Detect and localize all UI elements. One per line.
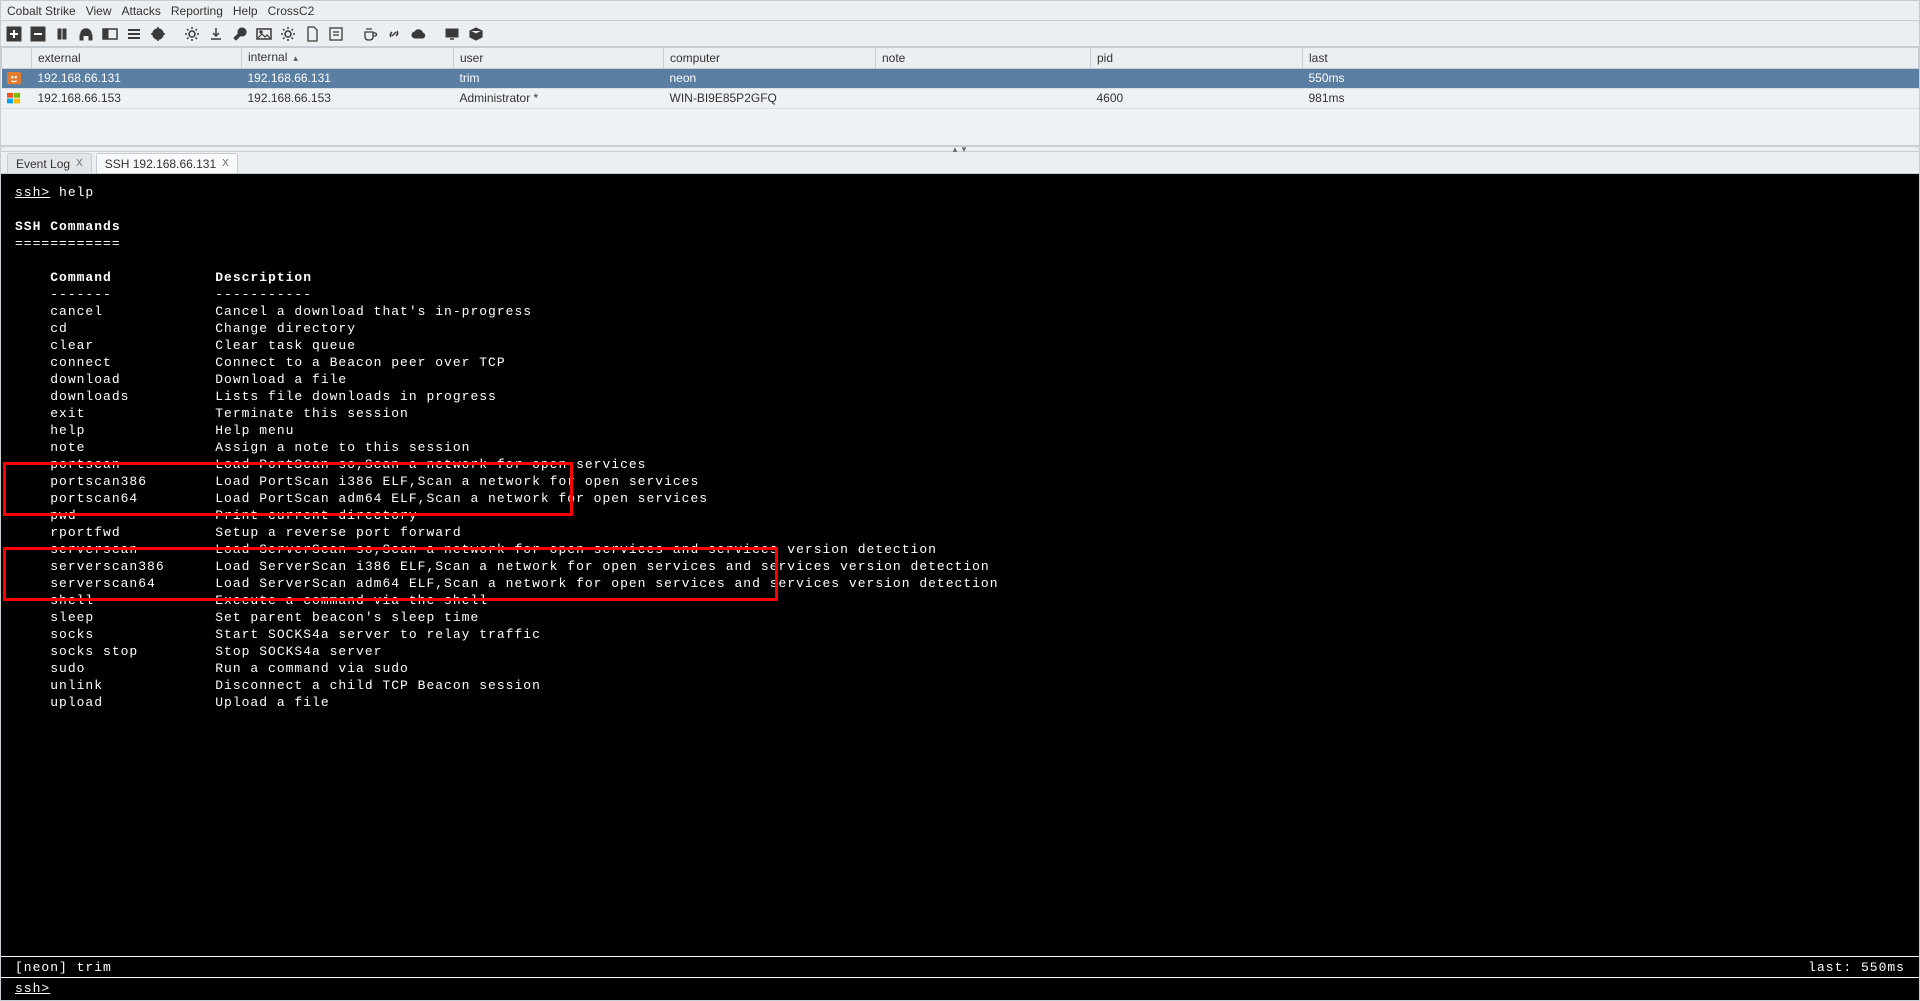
col-icon[interactable] (2, 48, 32, 69)
plus-icon[interactable] (5, 25, 23, 43)
tab-event-log[interactable]: Event Log X (7, 153, 92, 173)
os-icon (2, 89, 32, 109)
note-icon[interactable] (327, 25, 345, 43)
cell-external: 192.168.66.131 (32, 69, 242, 89)
status-bar: [neon] trim last: 550ms (1, 956, 1919, 978)
col-user[interactable]: user (454, 48, 664, 69)
col-note[interactable]: note (876, 48, 1091, 69)
cell-internal: 192.168.66.131 (242, 69, 454, 89)
col-computer[interactable]: computer (664, 48, 876, 69)
menu-item[interactable]: Attacks (122, 1, 161, 20)
cell-pid (1091, 69, 1303, 89)
console-output[interactable]: ssh> helpSSH Commands============ Comman… (1, 174, 1919, 956)
tab-ssh[interactable]: SSH 192.168.66.131 X (96, 153, 238, 173)
document-icon[interactable] (303, 25, 321, 43)
cell-pid: 4600 (1091, 89, 1303, 109)
layout-icon[interactable] (101, 25, 119, 43)
menu-item[interactable]: Reporting (171, 1, 223, 20)
col-external[interactable]: external (32, 48, 242, 69)
status-right: last: 550ms (1808, 957, 1905, 977)
cell-computer: neon (664, 69, 876, 89)
cell-user: trim (454, 69, 664, 89)
cell-last: 981ms (1303, 89, 1919, 109)
coffee-icon[interactable] (361, 25, 379, 43)
table-row[interactable]: 192.168.66.153192.168.66.153Administrato… (2, 89, 1919, 109)
close-icon[interactable]: X (222, 154, 229, 174)
col-pid[interactable]: pid (1091, 48, 1303, 69)
menu-bar: Cobalt Strike View Attacks Reporting Hel… (1, 1, 1919, 21)
col-internal[interactable]: internal (242, 48, 454, 69)
download-icon[interactable] (207, 25, 225, 43)
col-last[interactable]: last (1303, 48, 1919, 69)
menu-item[interactable]: View (86, 1, 112, 20)
menu-item[interactable]: Help (233, 1, 258, 20)
cell-note (876, 89, 1091, 109)
cell-user: Administrator * (454, 89, 664, 109)
target-icon[interactable] (149, 25, 167, 43)
table-row[interactable]: 192.168.66.131192.168.66.131trimneon550m… (2, 69, 1919, 89)
menu-item[interactable]: Cobalt Strike (7, 1, 76, 20)
link-icon[interactable] (385, 25, 403, 43)
wrench-icon[interactable] (231, 25, 249, 43)
pause-icon[interactable] (53, 25, 71, 43)
tab-bar: Event Log X SSH 192.168.66.131 X (1, 152, 1919, 174)
os-icon (2, 69, 32, 89)
tab-label: Event Log (16, 154, 70, 174)
image-icon[interactable] (255, 25, 273, 43)
minus-icon[interactable] (29, 25, 47, 43)
cube-icon[interactable] (467, 25, 485, 43)
gear2-icon[interactable] (279, 25, 297, 43)
cell-computer: WIN-BI9E85P2GFQ (664, 89, 876, 109)
gear-icon[interactable] (183, 25, 201, 43)
table-header-row: external internal user computer note pid… (2, 48, 1919, 69)
toolbar (1, 21, 1919, 47)
cloud-icon[interactable] (409, 25, 427, 43)
list-icon[interactable] (125, 25, 143, 43)
menu-item[interactable]: CrossC2 (268, 1, 315, 20)
cell-note (876, 69, 1091, 89)
tab-label: SSH 192.168.66.131 (105, 154, 216, 174)
beacon-table: external internal user computer note pid… (1, 47, 1919, 146)
console-input[interactable]: ssh> (1, 978, 1919, 1000)
cell-last: 550ms (1303, 69, 1919, 89)
input-prompt: ssh> (15, 981, 50, 996)
close-icon[interactable]: X (76, 154, 83, 174)
monitor-icon[interactable] (443, 25, 461, 43)
headphones-icon[interactable] (77, 25, 95, 43)
status-left: [neon] trim (15, 957, 112, 977)
cell-internal: 192.168.66.153 (242, 89, 454, 109)
cell-external: 192.168.66.153 (32, 89, 242, 109)
